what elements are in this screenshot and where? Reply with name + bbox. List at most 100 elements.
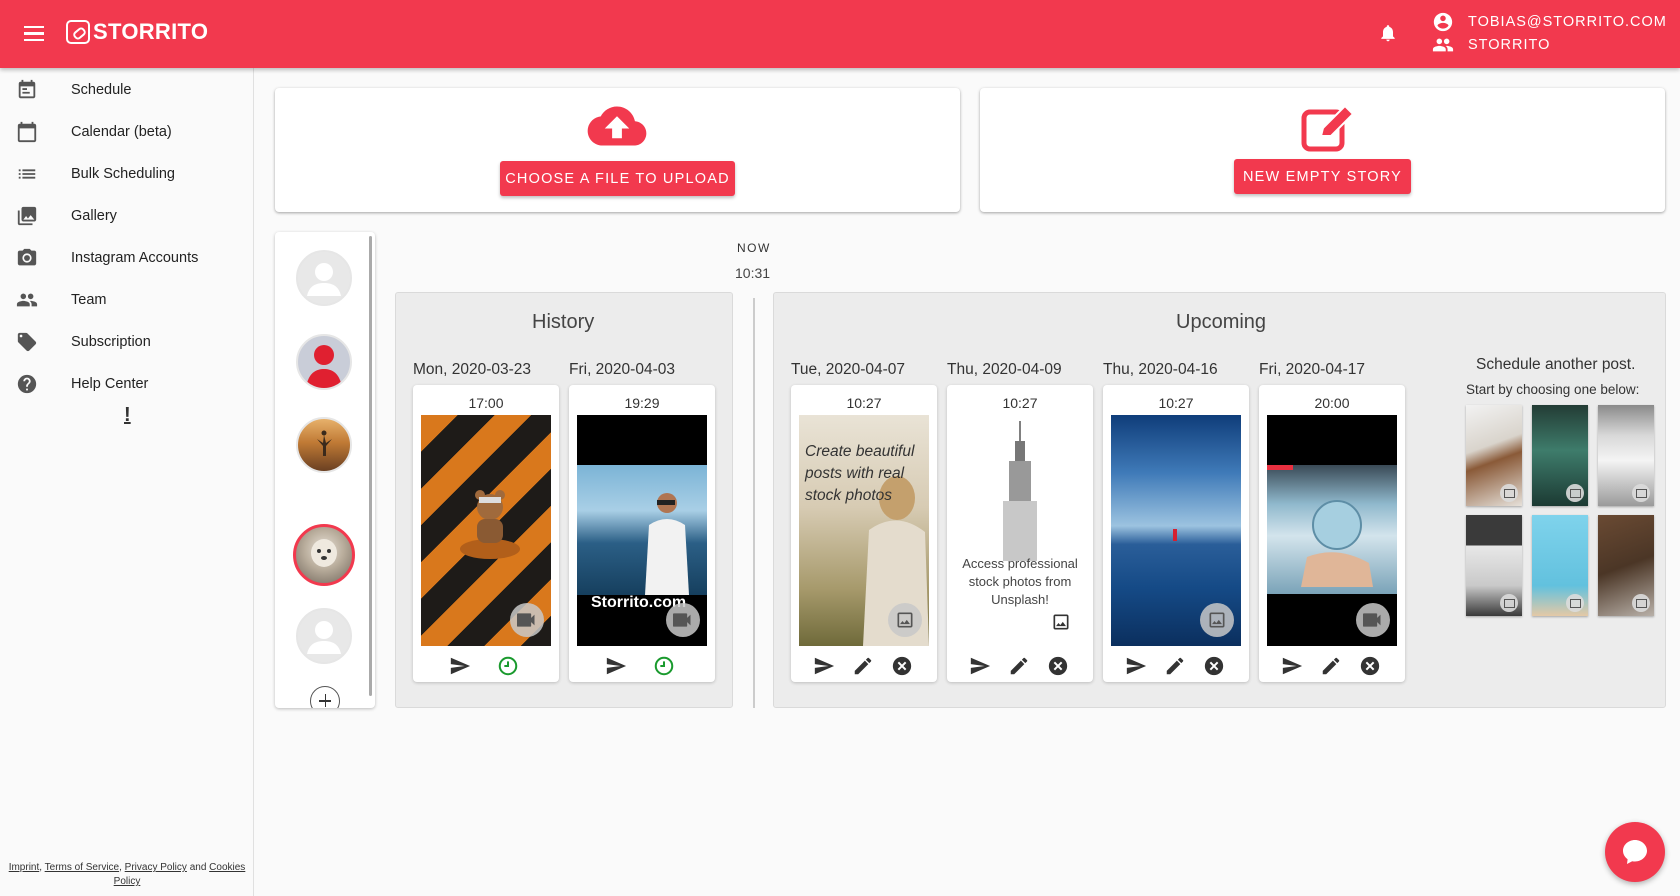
- image-icon: [1053, 614, 1069, 630]
- story-card[interactable]: 10:27 Create beautiful posts with real s…: [791, 385, 937, 682]
- send-icon[interactable]: [1281, 655, 1303, 677]
- story-card[interactable]: 10:27: [1103, 385, 1249, 682]
- story-card[interactable]: 10:27 Access professional stock photos f…: [947, 385, 1093, 682]
- send-icon[interactable]: [813, 655, 835, 677]
- cancel-icon[interactable]: [891, 655, 913, 677]
- image-icon: [1500, 594, 1518, 612]
- image-icon: [1566, 484, 1584, 502]
- story-actions: [569, 655, 715, 677]
- person-silhouette-icon: [317, 430, 332, 456]
- edit-icon[interactable]: [1164, 655, 1186, 677]
- story-card[interactable]: 19:29 Storrito.com: [569, 385, 715, 682]
- date-label: Tue, 2020-04-07: [791, 361, 906, 378]
- user-menu[interactable]: TOBIAS@STORRITO.COM STORRITO: [1432, 10, 1667, 56]
- cancel-icon[interactable]: [1359, 655, 1381, 677]
- sidebar-item-label: Subscription: [71, 334, 151, 350]
- edit-icon[interactable]: [852, 655, 874, 677]
- send-icon[interactable]: [449, 655, 471, 677]
- sidebar-item-schedule[interactable]: Schedule: [0, 69, 253, 111]
- story-thumbnail[interactable]: Storrito.com: [577, 415, 707, 646]
- posted-clock-icon: [654, 656, 674, 676]
- template-thumbnail[interactable]: [1598, 405, 1654, 506]
- story-card[interactable]: 17:00: [413, 385, 559, 682]
- template-thumbnail[interactable]: [1466, 405, 1522, 506]
- choose-file-button[interactable]: CHOOSE A FILE TO UPLOAD: [500, 161, 735, 196]
- account-avatar[interactable]: [296, 608, 352, 664]
- storrito-logo[interactable]: STORRITO: [66, 19, 208, 45]
- send-icon[interactable]: [969, 655, 991, 677]
- man-on-boat-illustration: [645, 493, 689, 595]
- app-header: STORRITO TOBIAS@STORRITO.COM STORRITO: [0, 0, 1680, 68]
- and-text: and: [189, 862, 207, 873]
- edit-icon[interactable]: [1320, 655, 1342, 677]
- story-card[interactable]: 20:00: [1259, 385, 1405, 682]
- cloud-upload-icon: [587, 106, 647, 146]
- schedule-another-subtitle: Start by choosing one below:: [1466, 382, 1640, 397]
- video-badge: [1356, 603, 1390, 637]
- notice-indicator[interactable]: !: [124, 404, 131, 427]
- story-time: 19:29: [624, 395, 660, 411]
- menu-icon[interactable]: [22, 22, 46, 46]
- logo-icon: [66, 20, 90, 44]
- boat-photo: [577, 465, 707, 595]
- story-thumbnail[interactable]: [421, 415, 551, 646]
- schedule-another-title: Schedule another post.: [1476, 356, 1636, 373]
- sidebar-item-team[interactable]: Team: [0, 279, 253, 321]
- scrollbar[interactable]: [369, 236, 372, 696]
- cancel-icon[interactable]: [1047, 655, 1069, 677]
- story-actions: [1259, 655, 1405, 677]
- sidebar-item-calendar[interactable]: Calendar (beta): [0, 111, 253, 153]
- new-empty-story-button[interactable]: NEW EMPTY STORY: [1234, 159, 1411, 194]
- sidebar-item-instagram-accounts[interactable]: Instagram Accounts: [0, 237, 253, 279]
- account-avatar[interactable]: [296, 250, 352, 306]
- thumbnail-overlay-text: Access professional stock photos from Un…: [962, 556, 1078, 607]
- video-badge: [510, 603, 544, 637]
- send-icon[interactable]: [605, 655, 627, 677]
- red-figure: [1173, 529, 1177, 541]
- camera-icon: [17, 248, 37, 266]
- account-avatar[interactable]: [296, 334, 352, 390]
- terms-link[interactable]: Terms of Service: [45, 862, 119, 873]
- sidebar-item-label: Help Center: [71, 376, 149, 392]
- red-person-avatar-icon: [306, 345, 342, 388]
- account-list: [275, 232, 375, 708]
- template-thumbnail[interactable]: [1598, 515, 1654, 616]
- privacy-link[interactable]: Privacy Policy: [125, 862, 187, 873]
- new-story-card: NEW EMPTY STORY: [980, 88, 1665, 212]
- template-thumbnail[interactable]: [1532, 515, 1588, 616]
- story-time: 20:00: [1314, 395, 1350, 411]
- template-thumbnail[interactable]: [1532, 405, 1588, 506]
- edit-square-icon: [1301, 106, 1355, 152]
- photo-library-icon: [17, 206, 37, 226]
- date-label: Thu, 2020-04-09: [947, 361, 1062, 378]
- cancel-icon[interactable]: [1203, 655, 1225, 677]
- date-label: Thu, 2020-04-16: [1103, 361, 1218, 378]
- send-icon[interactable]: [1125, 655, 1147, 677]
- story-thumbnail[interactable]: Access professional stock photos from Un…: [955, 415, 1085, 646]
- list-icon: [18, 169, 36, 179]
- sidebar-item-gallery[interactable]: Gallery: [0, 195, 253, 237]
- story-actions: [947, 655, 1093, 677]
- notifications-bell-icon[interactable]: [1378, 22, 1398, 44]
- template-thumbnail[interactable]: [1466, 515, 1522, 616]
- now-divider: [753, 298, 755, 708]
- story-thumbnail[interactable]: [1267, 415, 1397, 646]
- sidebar-item-label: Schedule: [71, 82, 132, 98]
- account-avatar[interactable]: [296, 417, 352, 473]
- crystal-ball-photo: [1267, 465, 1397, 594]
- story-actions: [413, 655, 559, 677]
- chat-button[interactable]: [1605, 822, 1665, 882]
- sidebar-item-subscription[interactable]: Subscription: [0, 321, 253, 363]
- sidebar-item-help-center[interactable]: Help Center: [0, 363, 253, 405]
- default-avatar-icon: [307, 263, 341, 296]
- story-thumbnail[interactable]: Create beautiful posts with real stock p…: [799, 415, 929, 646]
- account-avatar-selected[interactable]: [293, 524, 355, 586]
- story-thumbnail[interactable]: [1111, 415, 1241, 646]
- imprint-link[interactable]: Imprint: [9, 862, 40, 873]
- sidebar-item-label: Calendar (beta): [71, 124, 172, 140]
- add-account-button[interactable]: [310, 686, 340, 708]
- edit-icon[interactable]: [1008, 655, 1030, 677]
- sidebar-item-bulk-scheduling[interactable]: Bulk Scheduling: [0, 153, 253, 195]
- calendar-icon: [17, 121, 37, 143]
- image-icon: [1566, 594, 1584, 612]
